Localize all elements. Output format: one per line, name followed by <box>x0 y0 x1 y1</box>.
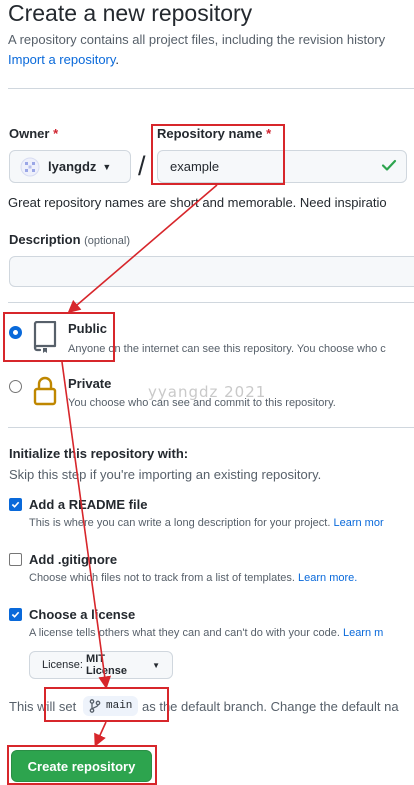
create-repository-button[interactable]: Create repository <box>11 750 152 782</box>
license-learn-more-link[interactable]: Learn m <box>343 627 383 639</box>
import-line: Import a repository. <box>8 52 119 67</box>
gitignore-checkbox[interactable] <box>9 553 22 566</box>
license-dropdown[interactable]: License: MIT License ▼ <box>29 651 173 679</box>
checkmark-icon <box>11 501 20 508</box>
gitignore-learn-more-link[interactable]: Learn more. <box>298 572 357 584</box>
branch-name: main <box>106 700 133 712</box>
readme-learn-more-link[interactable]: Learn mor <box>333 517 383 529</box>
owner-label: Owner * <box>9 126 58 141</box>
license-dropdown-value: MIT License <box>86 653 127 677</box>
init-subheading: Skip this step if you're importing an ex… <box>9 467 322 482</box>
license-desc-line: A license tells others what they can and… <box>29 627 383 639</box>
page-description: A repository contains all project files,… <box>8 32 386 47</box>
private-title: Private <box>68 376 112 391</box>
owner-repo-separator: / <box>138 151 146 181</box>
repo-name-label-text: Repository name <box>157 126 263 141</box>
owner-value: lyangdz <box>48 159 97 174</box>
license-checkbox[interactable] <box>9 608 22 621</box>
import-suffix: . <box>115 52 120 67</box>
lock-icon <box>32 375 58 410</box>
init-heading: Initialize this repository with: <box>9 446 189 461</box>
license-desc: A license tells others what they can and… <box>29 627 340 639</box>
owner-dropdown[interactable]: lyangdz ▼ <box>9 150 131 183</box>
branch-prefix: This will set <box>9 699 77 714</box>
gitignore-label[interactable]: Add .gitignore <box>29 552 117 567</box>
license-label[interactable]: Choose a license <box>29 607 135 622</box>
gitignore-desc-line: Choose which files not to track from a l… <box>29 572 357 584</box>
owner-required-mark: * <box>53 126 59 141</box>
description-optional: (optional) <box>84 235 130 247</box>
gitignore-desc: Choose which files not to track from a l… <box>29 572 295 584</box>
public-desc: Anyone on the internet can see this repo… <box>68 343 386 355</box>
description-label: Description (optional) <box>9 232 130 247</box>
readme-label[interactable]: Add a README file <box>29 497 147 512</box>
public-radio[interactable] <box>9 326 22 339</box>
avatar-icon <box>20 157 40 177</box>
description-input[interactable] <box>9 256 414 287</box>
repo-book-icon <box>32 320 58 356</box>
caret-down-icon: ▼ <box>102 161 112 172</box>
check-icon <box>381 157 397 176</box>
public-title: Public <box>68 321 108 336</box>
watermark: yyangdz 2021 <box>148 383 267 401</box>
git-branch-icon <box>89 699 101 713</box>
page-title: Create a new repository <box>8 0 253 26</box>
repo-name-required-mark: * <box>266 126 272 141</box>
readme-desc-line: This is where you can write a long descr… <box>29 517 384 529</box>
divider-top <box>8 88 414 89</box>
caret-down-icon: ▼ <box>152 660 160 670</box>
repo-name-label: Repository name * <box>157 126 271 141</box>
readme-desc: This is where you can write a long descr… <box>29 517 331 529</box>
divider-visibility <box>8 302 414 303</box>
description-label-text: Description <box>9 232 81 247</box>
checkmark-icon <box>11 611 20 618</box>
license-dropdown-prefix: License: <box>42 659 87 671</box>
repo-name-input[interactable] <box>157 150 407 183</box>
owner-label-text: Owner <box>9 126 50 141</box>
branch-pill: main <box>83 696 139 716</box>
branch-suffix: as the default branch. Change the defaul… <box>142 699 399 714</box>
private-radio[interactable] <box>9 380 22 393</box>
repo-name-hint: Great repository names are short and mem… <box>8 195 387 210</box>
readme-checkbox[interactable] <box>9 498 22 511</box>
import-repository-link[interactable]: Import a repository <box>8 52 115 67</box>
arrow-branch-to-submit <box>94 721 107 747</box>
divider-init <box>8 427 414 428</box>
